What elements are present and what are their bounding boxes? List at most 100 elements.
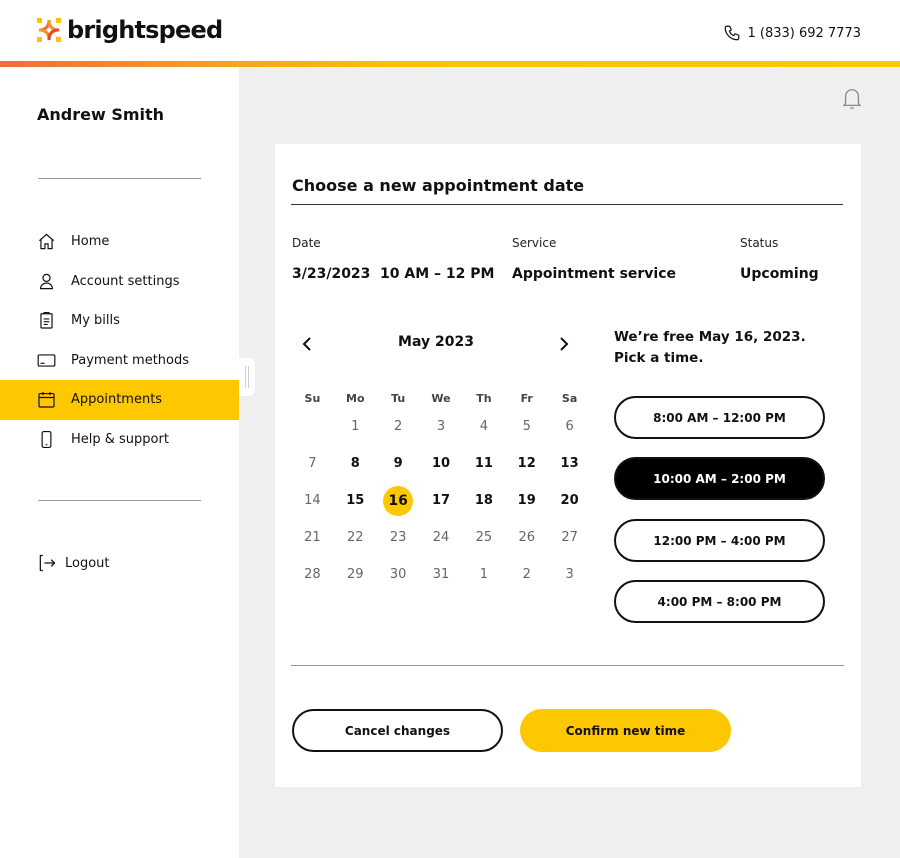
calendar-day-number: 14 (304, 493, 321, 508)
calendar-day[interactable]: 9 (377, 456, 420, 471)
mobile-phone-icon (37, 430, 56, 449)
cancel-changes-button[interactable]: Cancel changes (292, 709, 503, 752)
weekday-label: Tu (391, 391, 406, 405)
top-header: brightspeed 1 (833) 692 7773 (0, 0, 900, 62)
calendar-day-number: 22 (347, 530, 364, 545)
sidebar-item-payment-methods[interactable]: Payment methods (0, 341, 239, 381)
calendar-day: 23 (377, 530, 420, 545)
reschedule-card: Choose a new appointment date Date 3/23/… (275, 144, 861, 787)
calendar-day: 1 (462, 567, 505, 582)
logout-icon (39, 554, 56, 572)
calendar-day[interactable]: 15 (334, 493, 377, 508)
time-value: 10 AM – 12 PM (380, 266, 495, 282)
calendar-day[interactable]: 11 (462, 456, 505, 471)
calendar-day-number: 4 (479, 419, 488, 434)
calendar-day-number: 25 (475, 530, 493, 545)
calendar-day: 3 (420, 419, 463, 434)
calendar-day[interactable]: 8 (334, 456, 377, 471)
calendar-day: 27 (548, 530, 591, 545)
phone-icon (725, 25, 740, 41)
bell-icon[interactable] (841, 86, 863, 110)
calendar-day-number: 30 (389, 567, 407, 582)
header-accent-bar (0, 61, 900, 67)
sidebar-item-help-support[interactable]: Help & support (0, 420, 239, 460)
calendar-day: 31 (420, 567, 463, 582)
card-title: Choose a new appointment date (292, 176, 585, 195)
weekday-header: Su Mo Tu We Th Fr Sa (291, 388, 591, 408)
footer-divider (291, 665, 844, 666)
user-name: Andrew Smith (37, 105, 165, 124)
home-icon (37, 232, 56, 251)
calendar-day-number: 11 (474, 456, 493, 471)
calendar-day: 14 (291, 493, 334, 508)
calendar-day-number: 27 (561, 530, 578, 545)
calendar-day-number: 19 (517, 493, 536, 508)
status-value: Upcoming (740, 266, 819, 282)
service-value: Appointment service (512, 266, 677, 282)
calendar-day-number: 10 (431, 456, 451, 471)
sidebar-item-label: Appointments (71, 392, 163, 408)
availability-line-2: Pick a time. (614, 350, 704, 366)
calendar-day-number: 1 (351, 419, 360, 434)
calendar-day-number: 5 (522, 419, 531, 434)
calendar-day: 1 (334, 419, 377, 434)
sidebar-item-appointments[interactable]: Appointments (0, 380, 239, 420)
calendar-day: 3 (548, 567, 591, 582)
next-month-button[interactable] (554, 334, 574, 354)
calendar-day-number: 23 (389, 530, 407, 545)
calendar-day-number: 29 (347, 567, 364, 582)
calendar-day-number: 28 (304, 567, 321, 582)
calendar-day[interactable]: 17 (420, 493, 463, 508)
calendar-week-row: 1 2 3 4 5 6 (291, 408, 591, 445)
chevron-right-icon (560, 337, 569, 351)
brightspeed-logo[interactable]: brightspeed (37, 18, 223, 42)
user-icon (37, 272, 56, 291)
calendar-grid: Su Mo Tu We Th Fr Sa 1 2 3 4 5 6 7 8 9 10 11 12 13 14 15 16 17… (291, 388, 591, 593)
time-slot-button[interactable]: 4:00 PM – 8:00 PM (614, 580, 825, 623)
time-slot-button[interactable]: 12:00 PM – 4:00 PM (614, 519, 825, 562)
date-value: 3/23/2023 (292, 266, 371, 282)
availability-message: We’re free May 16, 2023. Pick a time. (614, 327, 806, 369)
weekday-label: Mo (346, 391, 365, 405)
calendar-week-row: 7 8 9 10 11 12 13 (291, 445, 591, 482)
weekday-label: We (431, 391, 451, 405)
calendar-day: 4 (462, 419, 505, 434)
sidebar-item-label: Payment methods (71, 352, 190, 368)
calendar-day: 22 (334, 530, 377, 545)
calendar-day: 24 (420, 530, 463, 545)
date-label: Date (292, 236, 321, 250)
calendar-day[interactable]: 19 (505, 493, 548, 508)
sidebar-item-my-bills[interactable]: My bills (0, 301, 239, 341)
calendar-day-number: 15 (346, 493, 365, 508)
sidebar-divider (38, 500, 201, 501)
sidebar-item-account-settings[interactable]: Account settings (0, 262, 239, 302)
calendar-day[interactable]: 12 (505, 456, 548, 471)
brightspeed-logo-icon (37, 18, 61, 42)
logout-label: Logout (65, 555, 110, 571)
calendar-day[interactable]: 18 (462, 493, 505, 508)
calendar-week-row: 28 29 30 31 1 2 3 (291, 556, 591, 593)
time-slot-button[interactable]: 10:00 AM – 2:00 PM (614, 457, 825, 500)
support-phone[interactable]: 1 (833) 692 7773 (723, 24, 861, 42)
calendar-day-number: 16 (383, 485, 414, 516)
time-slot-button[interactable]: 8:00 AM – 12:00 PM (614, 396, 825, 439)
calendar-day[interactable]: 10 (420, 456, 463, 471)
sidebar-nav: Home Account settings My bills Payment m… (0, 222, 239, 459)
calendar-day: 7 (291, 456, 334, 471)
sidebar-item-label: Home (71, 234, 110, 250)
calendar-day-number: 20 (560, 493, 579, 508)
calendar-day[interactable]: 20 (548, 493, 591, 508)
service-label: Service (512, 236, 557, 250)
calendar-day: 21 (291, 530, 334, 545)
calendar-day[interactable]: 13 (548, 456, 591, 471)
availability-line-1: We’re free May 16, 2023. (614, 329, 806, 345)
logout-button[interactable]: Logout (37, 553, 110, 573)
sidebar-item-label: Account settings (71, 273, 180, 289)
confirm-new-time-button[interactable]: Confirm new time (520, 709, 731, 752)
weekday-label: Su (304, 391, 321, 405)
calendar-day-selected[interactable]: 16 (377, 485, 420, 516)
calendar-day-number: 2 (394, 419, 403, 434)
sidebar-item-home[interactable]: Home (0, 222, 239, 262)
sidebar-resize-handle[interactable] (239, 358, 255, 396)
calendar-day-number: 9 (393, 456, 403, 471)
